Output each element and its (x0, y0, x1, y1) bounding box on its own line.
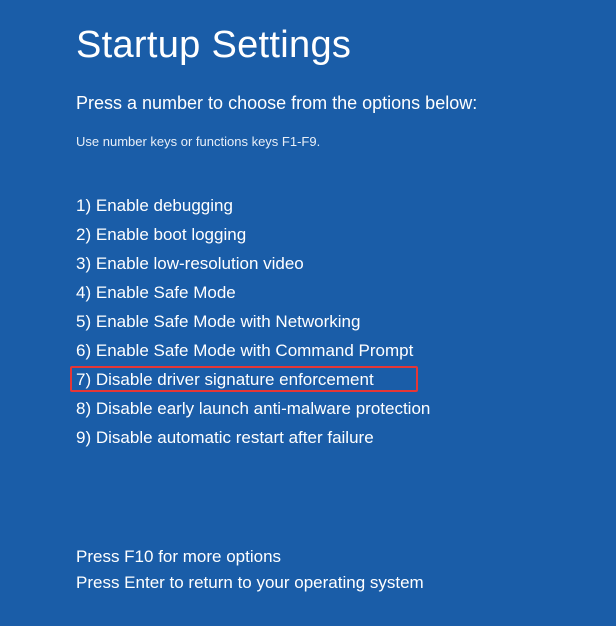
option-number: 2) (76, 226, 91, 243)
option-enable-safe-mode[interactable]: 4) Enable Safe Mode (76, 278, 616, 307)
option-label: Enable boot logging (96, 225, 246, 244)
footer-more-options: Press F10 for more options (76, 544, 616, 570)
option-number: 1) (76, 197, 91, 214)
option-label: Enable Safe Mode (96, 283, 236, 302)
option-label: Disable early launch anti-malware protec… (96, 399, 431, 418)
footer-instructions: Press F10 for more options Press Enter t… (76, 544, 616, 597)
option-number: 3) (76, 255, 91, 272)
option-number: 8) (76, 400, 91, 417)
option-number: 5) (76, 313, 91, 330)
option-label: Disable driver signature enforcement (96, 370, 374, 389)
page-title: Startup Settings (76, 24, 616, 67)
subtitle: Press a number to choose from the option… (76, 93, 616, 114)
key-instruction: Use number keys or functions keys F1-F9. (76, 134, 616, 149)
option-label: Enable Safe Mode with Command Prompt (96, 341, 414, 360)
option-label: Enable debugging (96, 196, 233, 215)
option-label: Enable Safe Mode with Networking (96, 312, 361, 331)
option-disable-driver-signature-enforcement[interactable]: 7) Disable driver signature enforcement (76, 365, 616, 394)
startup-options-list: 1) Enable debugging 2) Enable boot loggi… (76, 191, 616, 452)
option-disable-automatic-restart[interactable]: 9) Disable automatic restart after failu… (76, 423, 616, 452)
option-enable-boot-logging[interactable]: 2) Enable boot logging (76, 220, 616, 249)
option-number: 6) (76, 342, 91, 359)
option-label: Disable automatic restart after failure (96, 428, 374, 447)
option-enable-low-resolution-video[interactable]: 3) Enable low-resolution video (76, 249, 616, 278)
option-label: Enable low-resolution video (96, 254, 304, 273)
option-enable-safe-mode-command-prompt[interactable]: 6) Enable Safe Mode with Command Prompt (76, 336, 616, 365)
option-number: 9) (76, 429, 91, 446)
option-enable-safe-mode-networking[interactable]: 5) Enable Safe Mode with Networking (76, 307, 616, 336)
footer-return-to-os: Press Enter to return to your operating … (76, 570, 616, 596)
option-disable-early-launch-antimalware[interactable]: 8) Disable early launch anti-malware pro… (76, 394, 616, 423)
option-number: 4) (76, 284, 91, 301)
option-number: 7) (76, 371, 91, 388)
option-enable-debugging[interactable]: 1) Enable debugging (76, 191, 616, 220)
